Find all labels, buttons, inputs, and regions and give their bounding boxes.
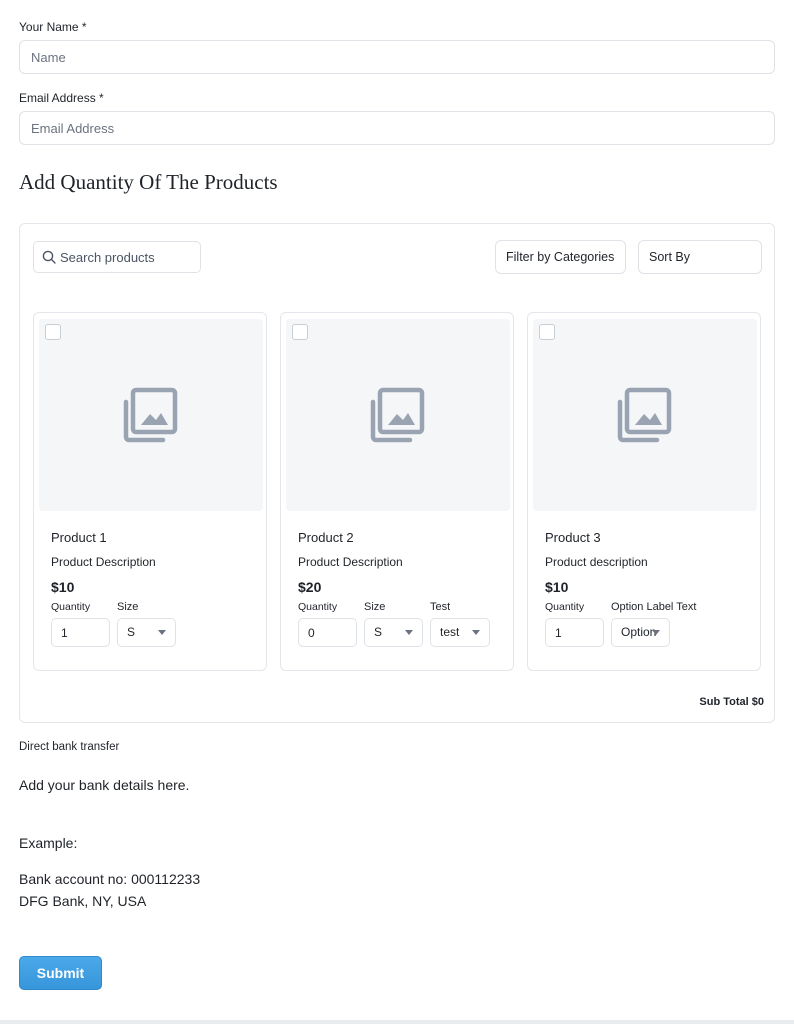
- size-select-value: S: [374, 625, 383, 639]
- search-icon: [42, 250, 56, 264]
- product-price: $10: [545, 579, 569, 595]
- payment-example-heading: Example:: [19, 835, 78, 851]
- chevron-down-icon: [472, 630, 480, 635]
- size-label: Size: [364, 601, 386, 613]
- product-select-checkbox[interactable]: [539, 324, 555, 340]
- image-gallery-icon: [370, 387, 425, 443]
- size-select-value: S: [127, 625, 136, 639]
- bank-account-number: Bank account no: 000112233: [19, 871, 201, 887]
- products-section-title: Add Quantity Of The Products: [19, 170, 278, 194]
- name-input[interactable]: [19, 40, 775, 74]
- bank-name-location: DFG Bank, NY, USA: [19, 893, 147, 909]
- option-label: Option Label Text: [611, 601, 697, 613]
- product-image-placeholder: [286, 319, 510, 511]
- product-description: Product Description: [298, 555, 403, 569]
- chevron-down-icon: [652, 630, 660, 635]
- test-label: Test: [430, 601, 451, 613]
- image-gallery-icon: [617, 387, 672, 443]
- test-select-value: test: [440, 625, 460, 639]
- product-name: Product 1: [51, 530, 107, 545]
- email-input[interactable]: [19, 111, 775, 145]
- page-bottom-divider: [0, 1020, 794, 1024]
- product-search[interactable]: [33, 241, 201, 273]
- payment-instruction: Add your bank details here.: [19, 777, 190, 793]
- quantity-label: Quantity: [545, 601, 585, 613]
- quantity-label: Quantity: [298, 601, 338, 613]
- product-image-placeholder: [39, 319, 263, 511]
- size-label: Size: [117, 601, 139, 613]
- quantity-input[interactable]: [298, 618, 357, 647]
- product-price: $10: [51, 579, 75, 595]
- search-input[interactable]: [60, 249, 190, 265]
- size-select[interactable]: S: [117, 618, 176, 647]
- product-description: Product description: [545, 555, 648, 569]
- quantity-input[interactable]: [545, 618, 604, 647]
- filter-categories-button[interactable]: Filter by Categories: [495, 240, 626, 274]
- payment-method-title: Direct bank transfer: [19, 741, 120, 753]
- chevron-down-icon: [158, 630, 166, 635]
- size-select[interactable]: S: [364, 618, 423, 647]
- chevron-down-icon: [405, 630, 413, 635]
- option-select[interactable]: Option: [611, 618, 670, 647]
- products-panel: Filter by Categories Sort By Product 1 P…: [19, 223, 775, 723]
- product-name: Product 3: [545, 530, 601, 545]
- image-gallery-icon: [123, 387, 178, 443]
- product-select-checkbox[interactable]: [292, 324, 308, 340]
- sort-by-button[interactable]: Sort By: [638, 240, 762, 274]
- name-label: Your Name *: [19, 20, 87, 34]
- product-card: Product 2 Product Description $20 Quanti…: [280, 312, 514, 671]
- quantity-input[interactable]: [51, 618, 110, 647]
- submit-button[interactable]: Submit: [19, 956, 102, 990]
- product-card: Product 3 Product description $10 Quanti…: [527, 312, 761, 671]
- product-select-checkbox[interactable]: [45, 324, 61, 340]
- product-name: Product 2: [298, 530, 354, 545]
- product-image-placeholder: [533, 319, 757, 511]
- product-price: $20: [298, 579, 322, 595]
- subtotal: Sub Total $0: [699, 696, 764, 708]
- email-label: Email Address *: [19, 91, 104, 105]
- product-description: Product Description: [51, 555, 156, 569]
- test-select[interactable]: test: [430, 618, 490, 647]
- product-card: Product 1 Product Description $10 Quanti…: [33, 312, 267, 671]
- quantity-label: Quantity: [51, 601, 91, 613]
